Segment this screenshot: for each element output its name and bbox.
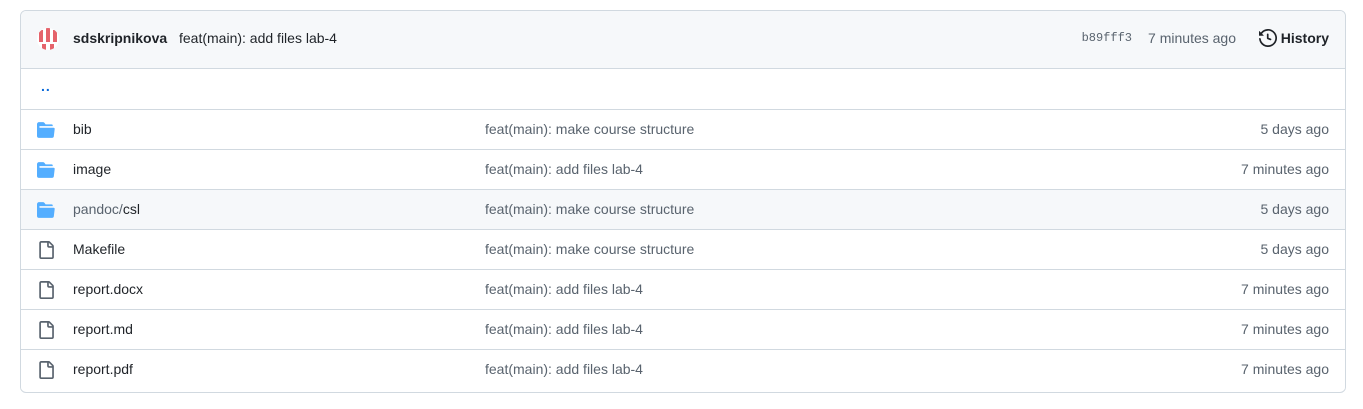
parent-directory-row[interactable]: .. bbox=[21, 69, 1345, 110]
file-row[interactable]: report.docx feat(main): add files lab-4 7 … bbox=[21, 270, 1345, 310]
commit-sha[interactable]: b89fff3 bbox=[1082, 31, 1132, 45]
folder-icon bbox=[37, 161, 55, 179]
commit-message[interactable]: feat(main): add files lab-4 bbox=[179, 30, 337, 46]
file-icon bbox=[37, 361, 55, 379]
file-name: csl bbox=[122, 201, 140, 217]
file-commit-message[interactable]: feat(main): add files lab-4 bbox=[485, 321, 643, 337]
file-name-link[interactable]: image bbox=[73, 161, 111, 177]
file-row[interactable]: report.md feat(main): add files lab-4 7 mi… bbox=[21, 310, 1345, 350]
file-name-link[interactable]: report.md bbox=[73, 321, 133, 337]
file-commit-message[interactable]: feat(main): add files lab-4 bbox=[485, 361, 643, 377]
file-name-prefix: pandoc/ bbox=[73, 201, 123, 217]
file-row[interactable]: Makefile feat(main): make course structur… bbox=[21, 230, 1345, 270]
file-commit-message[interactable]: feat(main): make course structure bbox=[485, 201, 694, 217]
history-label: History bbox=[1280, 30, 1329, 46]
file-commit-time: 7 minutes ago bbox=[1241, 361, 1329, 377]
folder-icon bbox=[37, 201, 55, 219]
file-commit-time: 7 minutes ago bbox=[1241, 281, 1329, 297]
file-name-link[interactable]: pandoc/csl bbox=[73, 201, 140, 217]
file-commit-message[interactable]: feat(main): add files lab-4 bbox=[485, 161, 643, 177]
history-icon bbox=[1258, 29, 1277, 47]
avatar-identicon bbox=[37, 28, 59, 50]
file-commit-time: 5 days ago bbox=[1260, 241, 1330, 257]
folder-icon bbox=[37, 121, 55, 139]
file-commit-time: 7 minutes ago bbox=[1241, 321, 1329, 337]
file-commit-message[interactable]: feat(main): add files lab-4 bbox=[485, 281, 643, 297]
commit-time: 7 minutes ago bbox=[1148, 30, 1236, 46]
file-icon bbox=[37, 321, 55, 339]
file-name: report.md bbox=[73, 321, 133, 337]
parent-directory-link[interactable]: .. bbox=[41, 78, 51, 94]
file-row[interactable]: report.pdf feat(main): add files lab-4 7 m… bbox=[21, 350, 1345, 390]
file-name: image bbox=[73, 161, 112, 177]
file-row[interactable]: pandoc/csl feat(main): make course struct… bbox=[21, 190, 1345, 230]
file-name: Makefile bbox=[73, 241, 126, 257]
file-name: report.docx bbox=[73, 281, 144, 297]
file-name: bib bbox=[73, 121, 92, 137]
file-row[interactable]: image feat(main): add files lab-4 7 minute… bbox=[21, 150, 1345, 190]
file-icon bbox=[37, 241, 55, 259]
file-icon bbox=[37, 281, 55, 299]
file-name-link[interactable]: Makefile bbox=[73, 241, 125, 257]
commit-author[interactable]: sdskripnikova bbox=[73, 30, 167, 46]
file-commit-time: 7 minutes ago bbox=[1241, 161, 1329, 177]
file-commit-message[interactable]: feat(main): make course structure bbox=[485, 241, 694, 257]
latest-commit-bar: sdskripnikova feat(main): add files lab-… bbox=[21, 11, 1345, 69]
file-name-link[interactable]: report.docx bbox=[73, 281, 143, 297]
file-list: bib feat(main): make course structure 5 da… bbox=[21, 110, 1345, 390]
file-name-link[interactable]: bib bbox=[73, 121, 92, 137]
file-name: report.pdf bbox=[73, 361, 133, 377]
file-row[interactable]: bib feat(main): make course structure 5 da… bbox=[21, 110, 1345, 150]
file-commit-time: 5 days ago bbox=[1260, 121, 1330, 137]
history-button[interactable]: History bbox=[1258, 29, 1329, 47]
file-commit-message[interactable]: feat(main): make course structure bbox=[485, 121, 694, 137]
avatar[interactable] bbox=[37, 28, 59, 50]
file-commit-time: 5 days ago bbox=[1260, 201, 1330, 217]
file-name-link[interactable]: report.pdf bbox=[73, 361, 133, 377]
file-browser: sdskripnikova feat(main): add files lab-… bbox=[20, 10, 1346, 393]
